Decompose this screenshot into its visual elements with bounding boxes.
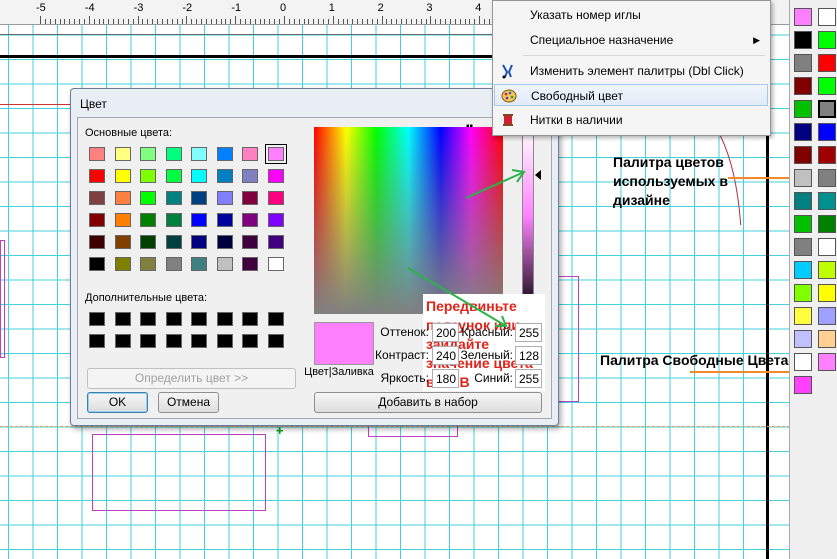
menu-item-label: Изменить элемент палитры (Dbl Click) — [530, 64, 744, 78]
palette-context-menu: Указать номер иглы Специальное назначени… — [492, 0, 771, 136]
palette-color-swatch[interactable] — [818, 100, 836, 118]
palette-color-swatch[interactable] — [818, 192, 836, 210]
palette-color-swatch[interactable] — [794, 192, 812, 210]
palette-color-swatch[interactable] — [794, 31, 812, 49]
menu-item-needle-number[interactable]: Указать номер иглы — [494, 4, 768, 26]
menu-item-threads-in-stock[interactable]: Нитки в наличии — [494, 109, 768, 131]
menu-item-edit-palette[interactable]: Изменить элемент палитры (Dbl Click) — [494, 60, 768, 82]
menu-item-label: Указать номер иглы — [530, 8, 641, 22]
menu-separator — [523, 55, 765, 56]
palette-color-swatch[interactable] — [794, 284, 812, 302]
palette-color-swatch[interactable] — [794, 54, 812, 72]
palette-color-swatch[interactable] — [794, 307, 812, 325]
palette-color-swatch[interactable] — [818, 307, 836, 325]
palette-color-swatch[interactable] — [794, 261, 812, 279]
thread-palette-panel — [789, 0, 837, 559]
menu-item-label: Свободный цвет — [531, 89, 624, 103]
palette-color-swatch[interactable] — [818, 284, 836, 302]
palette-color-swatch[interactable] — [818, 261, 836, 279]
palette-color-swatch[interactable] — [818, 77, 836, 95]
menu-item-label: Специальное назначение — [530, 33, 674, 47]
palette-color-swatch[interactable] — [818, 123, 836, 141]
annotation-free-palette: Палитра Свободные Цвета — [600, 352, 789, 368]
submenu-arrow-icon: ▶ — [753, 35, 760, 45]
palette-color-swatch[interactable] — [794, 100, 812, 118]
palette-color-swatch[interactable] — [818, 169, 836, 187]
palette-color-swatch[interactable] — [794, 169, 812, 187]
palette-color-swatch[interactable] — [818, 146, 836, 164]
palette-icon — [501, 89, 517, 103]
tools-icon — [502, 64, 513, 79]
palette-color-swatch[interactable] — [794, 146, 812, 164]
palette-color-swatch[interactable] — [794, 330, 812, 348]
palette-color-swatch[interactable] — [818, 31, 836, 49]
palette-color-swatch[interactable] — [794, 376, 812, 394]
palette-color-swatch[interactable] — [794, 215, 812, 233]
palette-color-swatch[interactable] — [818, 215, 836, 233]
palette-color-swatch[interactable] — [818, 54, 836, 72]
palette-color-swatch[interactable] — [794, 353, 812, 371]
palette-color-swatch[interactable] — [794, 8, 812, 26]
menu-item-special-purpose[interactable]: Специальное назначение ▶ — [494, 29, 768, 51]
palette-color-swatch[interactable] — [794, 123, 812, 141]
palette-color-swatch[interactable] — [794, 238, 812, 256]
palette-color-swatch[interactable] — [794, 77, 812, 95]
annotation-design-palette: Палитра цветов используемых в дизайне — [613, 154, 728, 208]
palette-color-swatch[interactable] — [818, 8, 836, 26]
menu-item-label: Нитки в наличии — [530, 113, 623, 127]
palette-color-swatch[interactable] — [818, 238, 836, 256]
palette-color-swatch[interactable] — [818, 330, 836, 348]
menu-item-free-color[interactable]: Свободный цвет — [494, 84, 768, 106]
thread-spool-icon — [503, 114, 513, 126]
arrow-to-rgb-fields — [407, 267, 508, 327]
arrow-to-slider — [465, 169, 526, 199]
palette-color-swatch[interactable] — [818, 353, 836, 371]
